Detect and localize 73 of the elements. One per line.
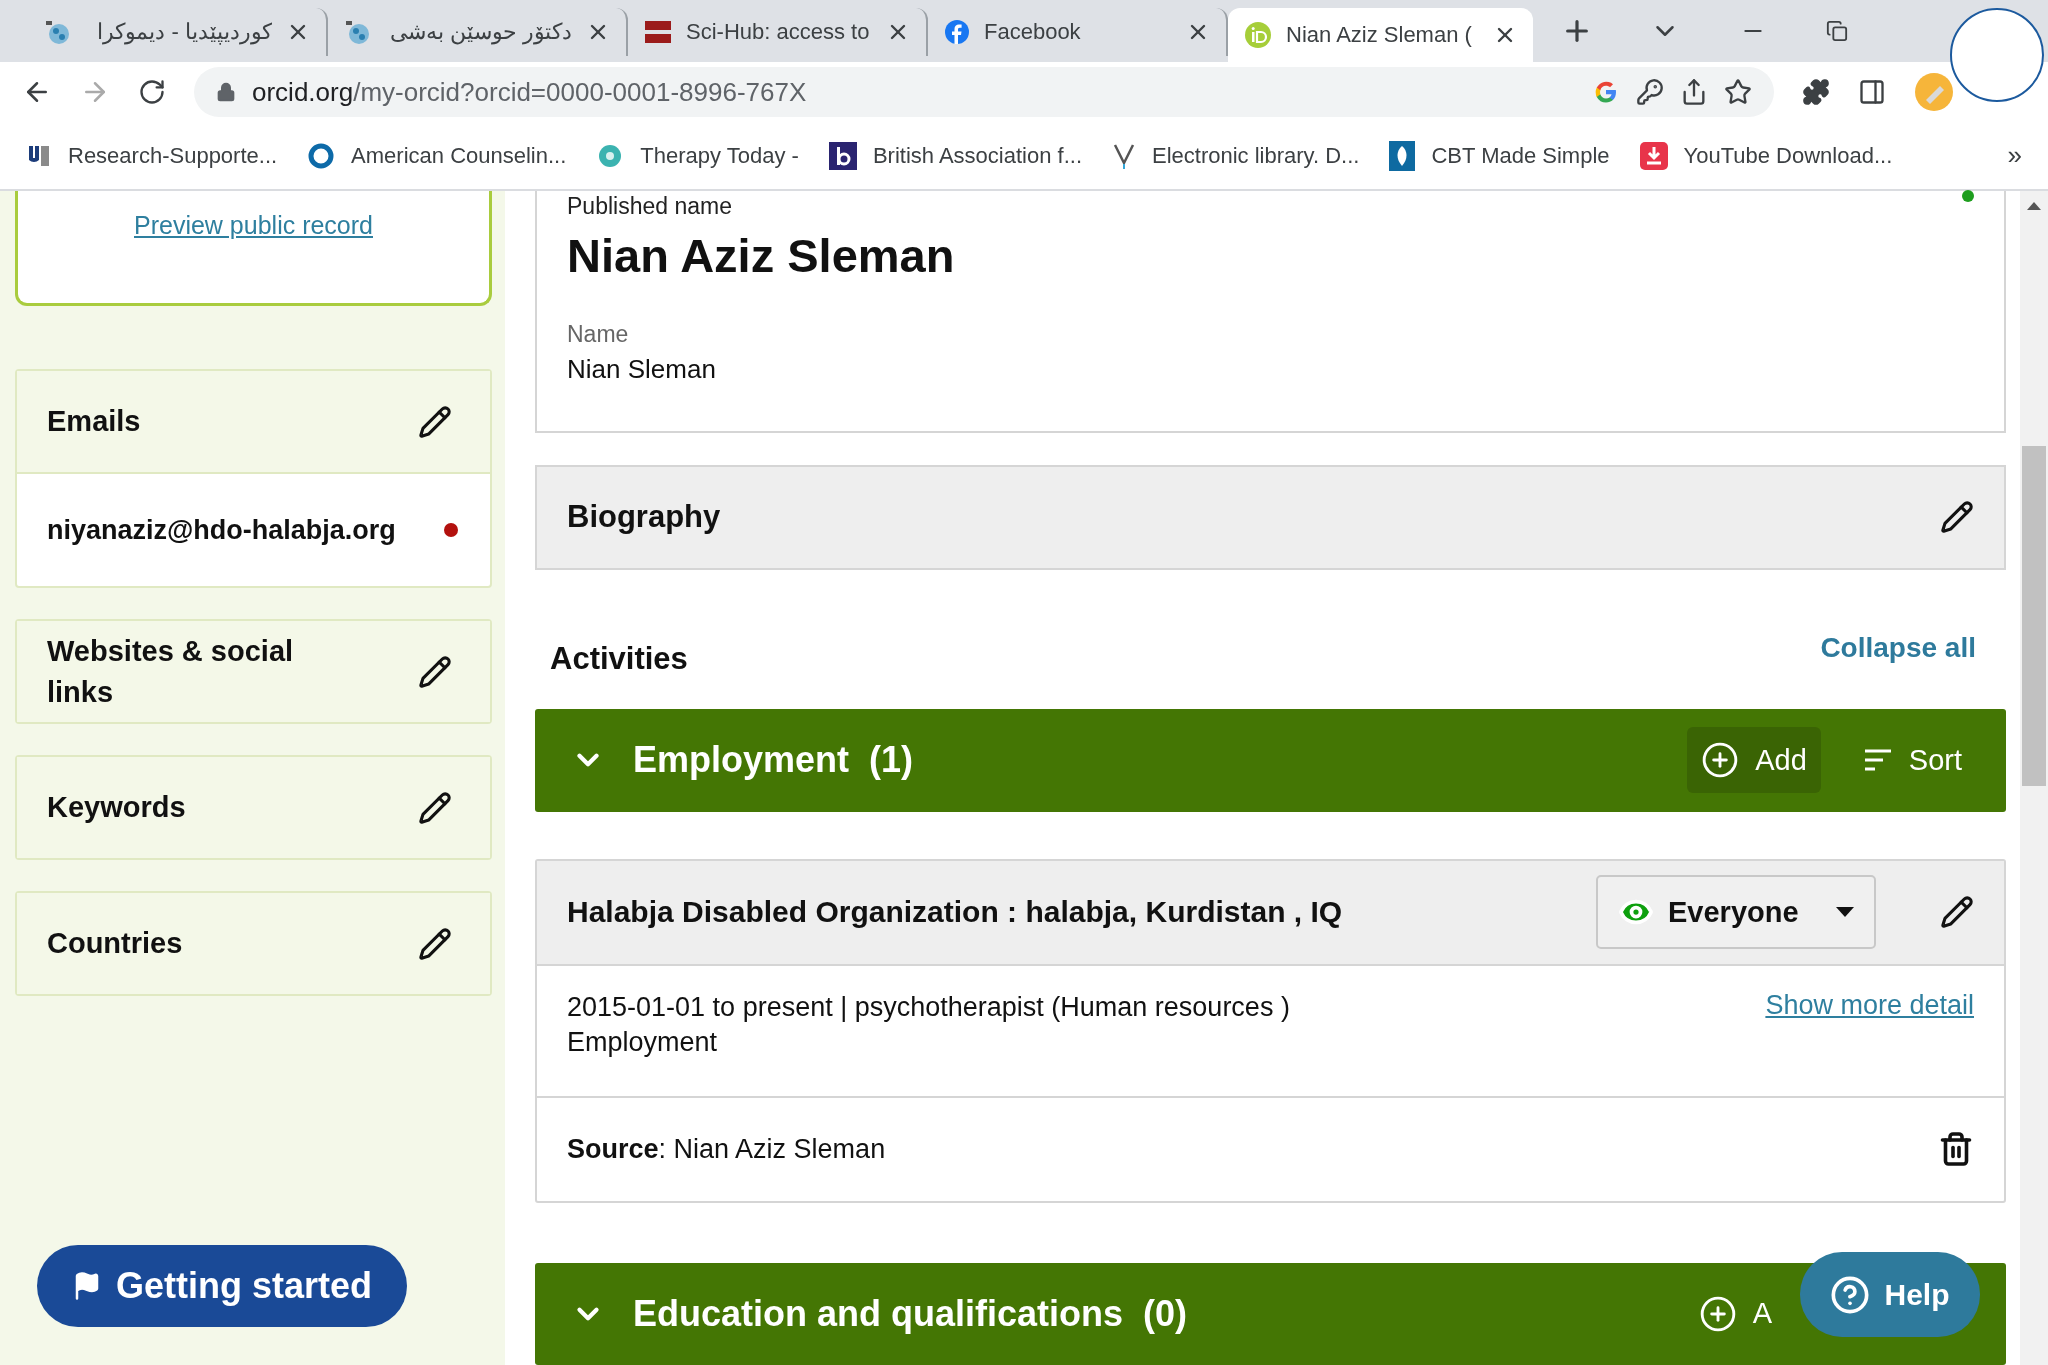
- lock-icon: [216, 82, 236, 102]
- edit-icon[interactable]: [418, 790, 452, 825]
- globe-icon: [44, 19, 70, 45]
- browser-tab[interactable]: کوردیپێدیا - دیموکرا: [28, 8, 328, 56]
- add-icon: [1701, 741, 1740, 780]
- star-icon[interactable]: [1724, 78, 1752, 106]
- add-icon: [1698, 1294, 1737, 1333]
- sort-button[interactable]: Sort: [1848, 727, 1976, 794]
- ring-icon: [307, 141, 336, 170]
- restore-icon[interactable]: [1826, 20, 1848, 42]
- extensions-icon[interactable]: [1802, 78, 1830, 106]
- browser-tab[interactable]: Nian Aziz Sleman (: [1228, 8, 1533, 62]
- scihub-icon: [644, 19, 672, 45]
- reload-icon[interactable]: [138, 78, 166, 106]
- side-panel-icon[interactable]: [1858, 78, 1886, 106]
- source-text: Source: Nian Aziz Sleman: [567, 1132, 886, 1166]
- edit-icon[interactable]: [1940, 500, 1974, 535]
- sidebar-card-title: Keywords: [47, 790, 186, 826]
- scrollbar-thumb[interactable]: [2022, 446, 2046, 786]
- preview-link[interactable]: Preview public record: [134, 211, 373, 303]
- bookmark[interactable]: Electronic library. D...: [1112, 141, 1360, 170]
- orcid-icon: [1244, 21, 1272, 49]
- bookmark[interactable]: Therapy Today -: [596, 141, 799, 170]
- visibility-dropdown[interactable]: Everyone: [1596, 875, 1876, 950]
- tab-title: دکتۆر حوسێن بەشی: [388, 19, 572, 45]
- published-name: Nian Aziz Sleman: [567, 228, 955, 283]
- browser-tab[interactable]: دکتۆر حوسێن بەشی: [328, 8, 628, 56]
- download-icon: [1639, 141, 1668, 170]
- collapse-all-link[interactable]: Collapse all: [1820, 631, 1976, 664]
- sidebar-card-title: Websites & social links: [47, 634, 295, 710]
- activities-title: Activities: [550, 640, 688, 677]
- scroll-up-icon[interactable]: [2027, 201, 2041, 211]
- caret-icon: [1836, 906, 1854, 919]
- leaf-icon: [1389, 140, 1416, 171]
- field-label: Name: [567, 321, 629, 348]
- add-button[interactable]: Add: [1687, 727, 1821, 794]
- sort-icon: [1862, 747, 1893, 774]
- bookmark[interactable]: Research-Supporte...: [26, 142, 278, 169]
- delete-icon[interactable]: [1938, 1131, 1974, 1168]
- bookmark[interactable]: American Counselin...: [307, 141, 567, 170]
- field-label: Published name: [567, 193, 732, 220]
- section-title: Employment (1): [633, 739, 915, 782]
- bookmark[interactable]: YouTube Download...: [1639, 141, 1893, 170]
- globe-icon: [344, 19, 370, 45]
- activity-details: 2015-01-01 to present | psychotherapist (Human resources ) Employment: [567, 990, 1290, 1059]
- square-icon: [828, 141, 857, 170]
- edit-icon[interactable]: [418, 654, 452, 689]
- bookmarks-overflow[interactable]: »: [2007, 140, 2022, 171]
- address-bar[interactable]: orcid.org/my-orcid?orcid=0000-0001-8996-767X: [194, 67, 1774, 117]
- biography-title: Biography: [567, 499, 721, 536]
- tab-title: کوردیپێدیا - دیموکرا: [96, 19, 272, 45]
- bookmark[interactable]: CBT Made Simple: [1389, 140, 1610, 171]
- add-button[interactable]: A: [1684, 1280, 1786, 1347]
- edit-icon[interactable]: [1940, 895, 1974, 930]
- help-button[interactable]: Help: [1800, 1252, 1980, 1337]
- sidebar-card-title: Countries: [47, 926, 183, 962]
- tab-title: Sci-Hub: access to: [686, 19, 871, 45]
- facebook-icon: [944, 19, 970, 45]
- tab-title: Nian Aziz Sleman (: [1286, 22, 1473, 48]
- bookmark[interactable]: British Association f...: [828, 141, 1082, 170]
- help-icon: [1830, 1274, 1871, 1315]
- show-more-link[interactable]: Show more detail: [1765, 989, 1974, 1021]
- key-icon[interactable]: [1636, 78, 1664, 106]
- activity-title: Halabja Disabled Organization : halabja, Kurdistan , IQ: [567, 895, 1344, 930]
- field-value: Nian Sleman: [567, 354, 716, 385]
- sidebar-card-title: Emails: [47, 404, 141, 440]
- edit-icon[interactable]: [418, 926, 452, 961]
- email-address: niyanaziz@hdo-halabja.org: [47, 514, 396, 546]
- edit-icon[interactable]: [418, 404, 452, 439]
- browser-tab[interactable]: Sci-Hub: access to: [628, 8, 928, 56]
- getting-started-button[interactable]: Getting started: [37, 1245, 407, 1327]
- tab-title: Facebook: [984, 19, 1082, 45]
- section-title: Education and qualifications (0): [633, 1292, 1189, 1335]
